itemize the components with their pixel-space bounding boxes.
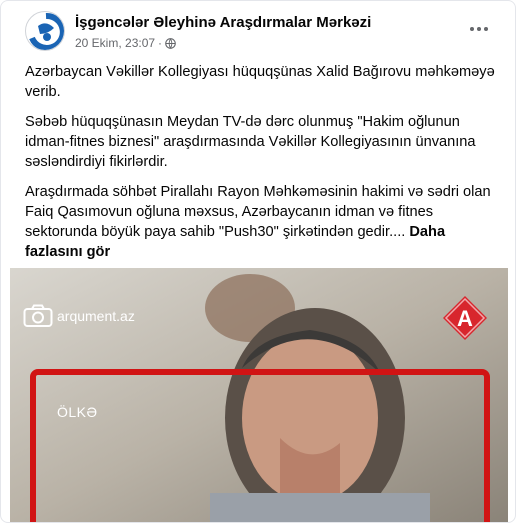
- post-header: İşgəncələr Əleyhinə Araşdırmalar Mərkəzi…: [25, 11, 495, 53]
- page-name-link[interactable]: İşgəncələr Əleyhinə Araşdırmalar Mərkəzi: [75, 14, 371, 31]
- red-frame: [30, 369, 490, 522]
- post-date[interactable]: 20 Ekim, 23:07: [75, 36, 155, 50]
- post-paragraph: Azərbaycan Vəkillər Kollegiyası hüquqşün…: [25, 64, 495, 100]
- post-paragraph: Araşdırmada söhbət Pirallahı Rayon Məhkə…: [25, 182, 495, 262]
- post-paragraph-text: Səbəb hüquqşünasın Meydan TV-də dərc olu…: [25, 114, 476, 170]
- globe-icon: [165, 37, 176, 49]
- post-meta: 20 Ekim, 23:07 ·: [75, 36, 176, 50]
- arqument-logo-badge: A: [443, 296, 487, 340]
- meta-separator: ·: [158, 36, 163, 50]
- page-avatar[interactable]: [25, 11, 65, 51]
- post-image[interactable]: arqument.az A ÖLKƏ: [10, 268, 508, 522]
- source-watermark: arqument.az: [23, 304, 135, 328]
- more-options-button[interactable]: [465, 19, 493, 39]
- more-dot: [484, 27, 488, 31]
- page-logo-icon: [27, 13, 64, 50]
- category-tag: ÖLKƏ: [57, 404, 98, 420]
- badge-letter: A: [457, 306, 473, 331]
- post-paragraph: Səbəb hüquqşünasın Meydan TV-də dərc olu…: [25, 112, 495, 172]
- source-label: arqument.az: [57, 308, 135, 324]
- more-dot: [470, 27, 474, 31]
- post-card: İşgəncələr Əleyhinə Araşdırmalar Mərkəzi…: [0, 0, 516, 523]
- more-dot: [477, 27, 481, 31]
- camera-icon: [23, 304, 53, 327]
- post-text: Azərbaycan Vəkillər Kollegiyası hüquqşün…: [25, 62, 495, 272]
